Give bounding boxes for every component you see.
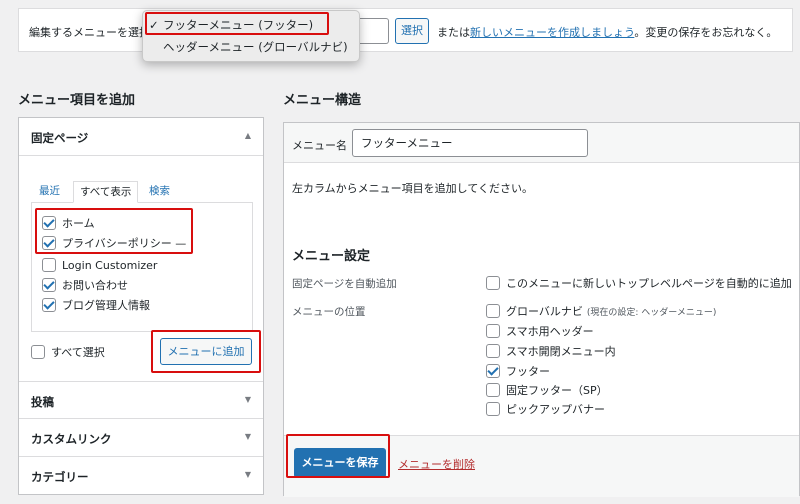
menu-settings-title: メニュー設定 (292, 249, 371, 264)
location-label: グローバルナビ (506, 305, 583, 318)
menu-dropdown-list: ✓ フッターメニュー (フッター) ヘッダーメニュー (グローバルナビ) (142, 10, 360, 62)
menu-instructions: 左カラムからメニュー項目を追加してください。 (292, 182, 534, 195)
checkbox-checked[interactable] (42, 298, 56, 312)
menu-structure-panel: メニュー名 フッターメニュー 左カラムからメニュー項目を追加してください。 メニ… (283, 122, 800, 497)
menu-select-label: 編集するメニューを選択 (29, 26, 150, 39)
auto-add-option-label: このメニューに新しいトップレベルページを自動的に追加 (506, 277, 792, 290)
checkbox-checked[interactable] (42, 216, 56, 230)
location-label: ピックアップバナー (506, 403, 605, 416)
posts-title: 投稿 (31, 395, 54, 409)
select-all-checkbox[interactable]: すべて選択 (31, 344, 105, 360)
add-to-menu-button[interactable]: メニューに追加 (160, 338, 252, 365)
menu-items-panel: 固定ページ ▲ 最近 すべて表示 検索 ホーム プライバシーポリシー — Log… (18, 117, 264, 495)
checkbox-checked[interactable] (42, 236, 56, 250)
auto-add-label: 固定ページを自動追加 (292, 278, 397, 290)
menu-name-input[interactable]: フッターメニュー (352, 129, 588, 157)
location-label: フッター (506, 365, 550, 378)
tab-view-all[interactable]: すべて表示 (73, 181, 139, 203)
page-item-contact[interactable]: お問い合わせ (42, 277, 128, 293)
dropdown-option-label: フッターメニュー (フッター) (163, 18, 314, 32)
menu-actions-footer: メニューを保存 メニューを削除 (284, 435, 799, 497)
tab-recent[interactable]: 最近 (39, 181, 60, 203)
checkbox-unchecked[interactable] (486, 344, 500, 358)
tab-search[interactable]: 検索 (149, 181, 170, 203)
location-label: 固定フッター（SP） (506, 384, 608, 397)
page-item-label: ブログ管理人情報 (62, 299, 150, 312)
checkbox-unchecked[interactable] (486, 383, 500, 397)
location-global-nav[interactable]: グローバルナビ (現在の設定: ヘッダーメニュー) (486, 303, 716, 319)
page-item-login-customizer[interactable]: Login Customizer (42, 257, 157, 273)
create-menu-text: または新しいメニューを作成しましょう。変更の保存をお忘れなく。 (437, 24, 777, 40)
posts-section-header[interactable]: 投稿 ▼ (19, 381, 263, 419)
page-item-blog-admin[interactable]: ブログ管理人情報 (42, 297, 150, 313)
fixed-pages-section-header[interactable]: 固定ページ ▲ (19, 118, 263, 156)
page-item-label: Login Customizer (62, 258, 158, 272)
checkbox-unchecked[interactable] (42, 258, 56, 272)
triangle-down-icon: ▼ (244, 470, 251, 479)
menu-select-bar: 編集するメニューを選択 選択 または新しいメニューを作成しましょう。変更の保存を… (18, 8, 793, 52)
menu-structure-heading: メニュー構造 (283, 93, 362, 108)
page-item-privacy-policy[interactable]: プライバシーポリシー — (42, 235, 186, 251)
select-all-label: すべて選択 (51, 346, 105, 359)
or-text: または (437, 26, 470, 39)
location-label: スマホ開閉メニュー内 (506, 345, 616, 358)
checkbox-checked[interactable] (486, 364, 500, 378)
checkbox-unchecked[interactable] (486, 276, 500, 290)
page-item-home[interactable]: ホーム (42, 215, 95, 231)
categories-section-header[interactable]: カテゴリー ▼ (19, 457, 263, 495)
triangle-down-icon: ▼ (244, 432, 251, 441)
location-sp-header[interactable]: スマホ用ヘッダー (486, 323, 594, 339)
save-reminder: 。変更の保存をお忘れなく。 (634, 26, 778, 39)
dropdown-option-footer-menu[interactable]: ✓ フッターメニュー (フッター) (143, 15, 359, 35)
checkbox-unchecked[interactable] (31, 345, 45, 359)
categories-title: カテゴリー (31, 470, 89, 484)
checkbox-unchecked[interactable] (486, 324, 500, 338)
add-menu-items-heading: メニュー項目を追加 (18, 93, 136, 108)
create-menu-link[interactable]: 新しいメニューを作成しましょう (470, 26, 634, 39)
location-pickup-banner[interactable]: ピックアップバナー (486, 401, 605, 417)
dropdown-option-header-menu[interactable]: ヘッダーメニュー (グローバルナビ) (143, 37, 359, 57)
delete-menu-link[interactable]: メニューを削除 (398, 456, 475, 472)
custom-links-section-header[interactable]: カスタムリンク ▼ (19, 419, 263, 457)
fixed-pages-title: 固定ページ (31, 131, 89, 145)
menu-location-label: メニューの位置 (292, 306, 366, 318)
select-button[interactable]: 選択 (395, 18, 429, 44)
location-note: (現在の設定: ヘッダーメニュー) (586, 307, 717, 318)
checkbox-checked[interactable] (42, 278, 56, 292)
triangle-up-icon: ▲ (244, 131, 251, 140)
fixed-pages-list: ホーム プライバシーポリシー — Login Customizer お問い合わせ… (31, 202, 253, 332)
checkbox-unchecked[interactable] (486, 304, 500, 318)
custom-links-title: カスタムリンク (31, 432, 112, 446)
triangle-down-icon: ▼ (244, 395, 251, 404)
menu-name-row: メニュー名 フッターメニュー (284, 123, 799, 163)
location-footer[interactable]: フッター (486, 363, 550, 379)
location-label: スマホ用ヘッダー (506, 325, 594, 338)
location-sp-drawer[interactable]: スマホ開閉メニュー内 (486, 343, 616, 359)
auto-add-checkbox-row[interactable]: このメニューに新しいトップレベルページを自動的に追加 (486, 275, 792, 291)
menu-name-label: メニュー名 (292, 139, 347, 152)
page-item-label: プライバシーポリシー — (62, 237, 187, 250)
save-menu-button[interactable]: メニューを保存 (294, 448, 386, 478)
checkmark-icon: ✓ (149, 18, 159, 32)
page-item-label: ホーム (62, 217, 95, 230)
checkbox-unchecked[interactable] (486, 402, 500, 416)
location-fixed-footer-sp[interactable]: 固定フッター（SP） (486, 382, 608, 398)
page-item-label: お問い合わせ (62, 279, 128, 292)
